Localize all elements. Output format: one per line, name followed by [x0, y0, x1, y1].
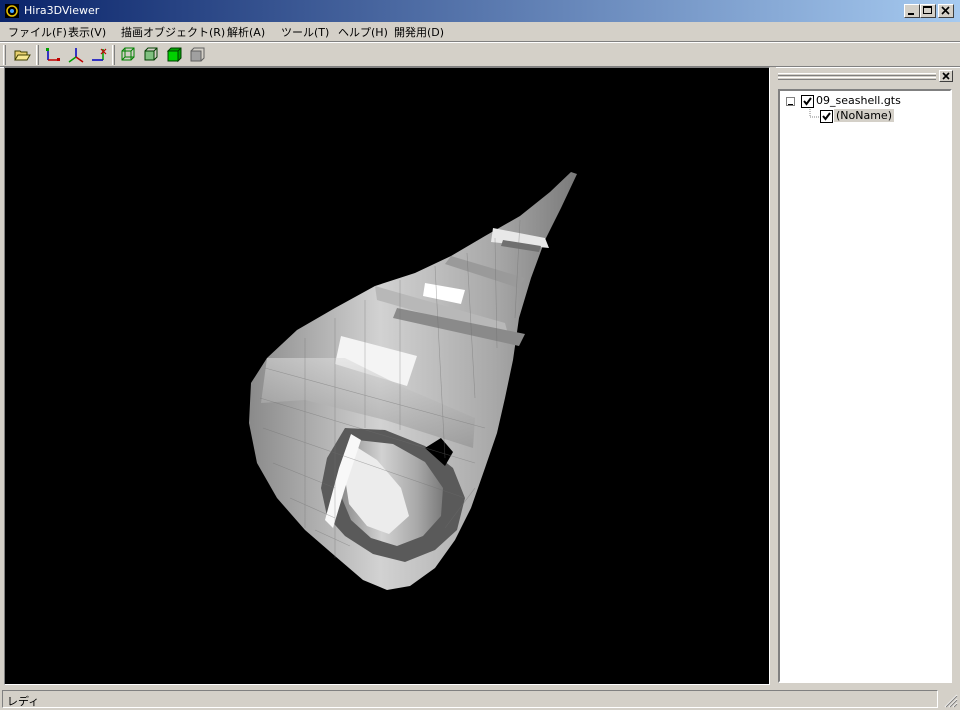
menu-view[interactable]: 表示(V) [68, 24, 106, 40]
axis-yz-icon [68, 48, 84, 63]
menu-draw-object[interactable]: 描画オブジェクト(R) [121, 24, 225, 40]
close-icon [942, 72, 950, 80]
menu-file[interactable]: ファイル(F) [8, 24, 67, 40]
menu-bar: ファイル(F) 表示(V) 描画オブジェクト(R) 解析(A) ツール(T) ヘ… [0, 22, 960, 41]
object-tree-panel: 09_seashell.gts (NoName) [776, 67, 958, 685]
view-yz-button[interactable] [66, 45, 86, 65]
status-text: レディ [7, 695, 40, 708]
child-checkbox[interactable] [820, 110, 833, 123]
close-button[interactable] [938, 4, 954, 18]
minimize-button[interactable] [904, 4, 920, 18]
root-checkbox[interactable] [801, 95, 814, 108]
status-bar: レディ [0, 688, 960, 710]
panel-grip[interactable] [778, 73, 936, 80]
render-button[interactable] [187, 45, 207, 65]
toolbar [0, 43, 960, 67]
window-title: Hira3DViewer [24, 4, 100, 17]
collapse-toggle[interactable] [786, 97, 795, 106]
toolbar-grip[interactable] [3, 45, 6, 65]
maximize-button[interactable] [920, 4, 936, 18]
menu-dev[interactable]: 開発用(D) [394, 24, 444, 40]
solid-cube-icon [166, 47, 182, 63]
edges-button[interactable] [141, 45, 161, 65]
menu-analysis[interactable]: 解析(A) [227, 24, 265, 40]
axis-xy-icon [46, 48, 60, 61]
status-pane: レディ [2, 690, 938, 708]
open-folder-icon [14, 50, 31, 61]
tree-child-label[interactable]: (NoName) [834, 109, 894, 122]
open-button[interactable] [12, 45, 32, 65]
menu-tools[interactable]: ツール(T) [281, 24, 329, 40]
resize-grip-icon[interactable] [942, 692, 958, 708]
solid-button[interactable] [164, 45, 184, 65]
panel-close-button[interactable] [939, 70, 953, 82]
app-logo-icon [5, 4, 19, 18]
toolbar-separator [36, 45, 39, 65]
wireframe-icon [121, 47, 135, 61]
object-tree: 09_seashell.gts (NoName) [778, 89, 952, 683]
edges-icon [144, 47, 158, 61]
view-zx-button[interactable] [89, 45, 109, 65]
checkmark-icon [803, 97, 812, 106]
wireframe-button[interactable] [118, 45, 138, 65]
checkmark-icon [822, 112, 831, 121]
title-bar: Hira3DViewer [0, 0, 960, 22]
menu-help[interactable]: ヘルプ(H) [338, 24, 388, 40]
close-icon [941, 6, 950, 15]
minimize-icon [908, 13, 914, 15]
disabled-render-icon [190, 47, 205, 62]
toolbar-separator [112, 45, 115, 65]
maximize-icon [923, 6, 932, 14]
view-xy-button[interactable] [43, 45, 63, 65]
3d-viewport[interactable] [4, 67, 770, 685]
axis-zx-icon [92, 48, 107, 61]
seashell-model [249, 172, 577, 590]
tree-root-label[interactable]: 09_seashell.gts [816, 94, 901, 107]
